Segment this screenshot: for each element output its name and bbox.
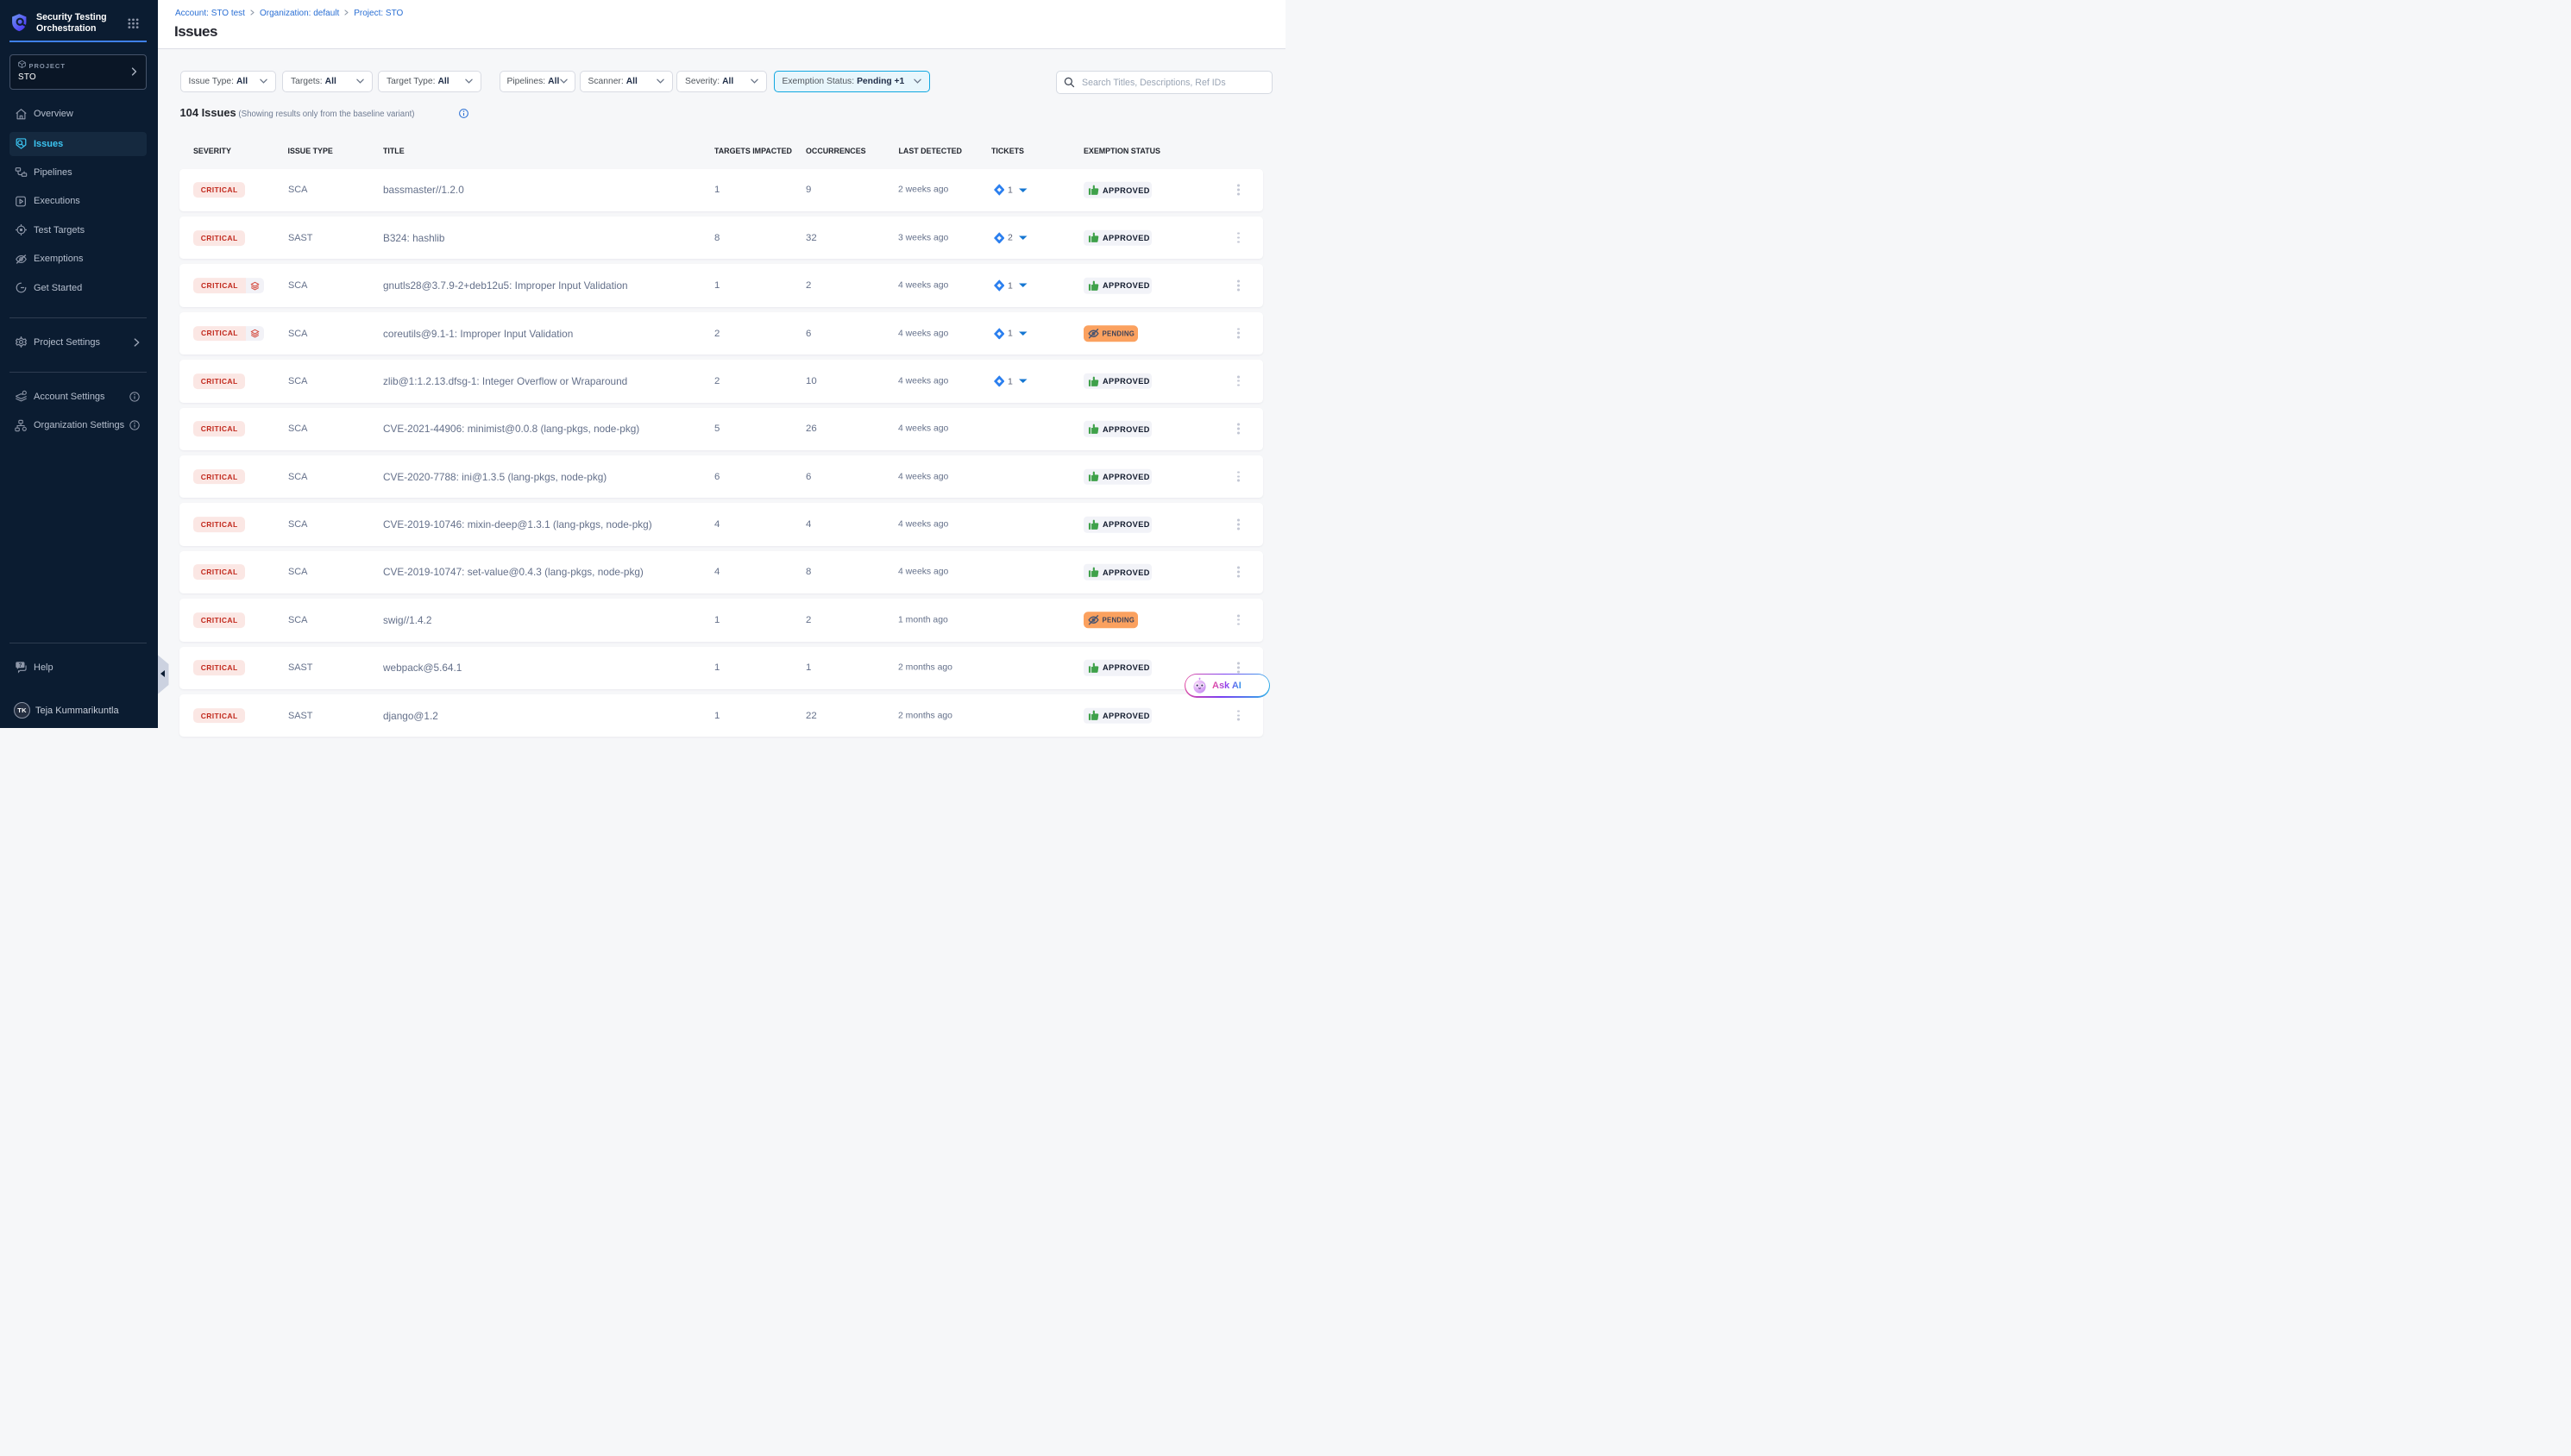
svg-text:?: ? bbox=[19, 662, 22, 668]
